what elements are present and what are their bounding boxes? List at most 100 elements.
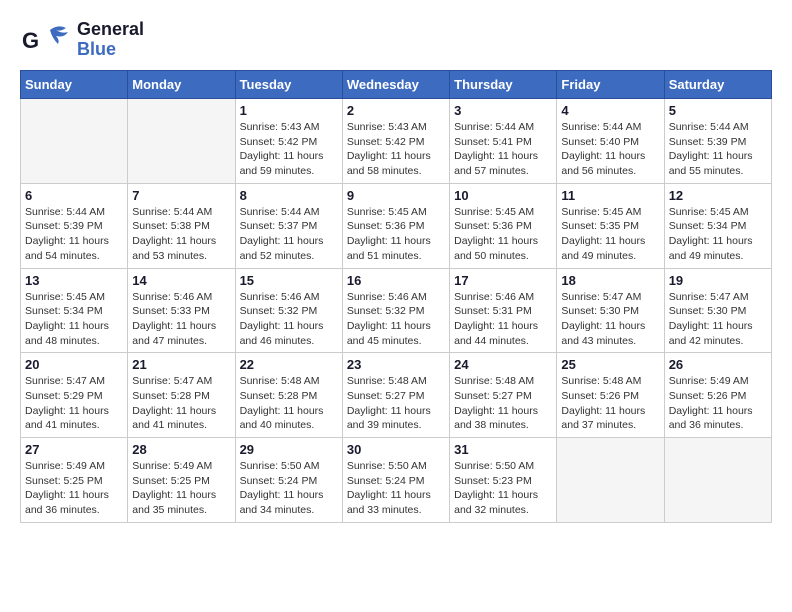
day-number: 30	[347, 442, 445, 457]
weekday-header: Monday	[128, 71, 235, 99]
sunset-text: Sunset: 5:30 PM	[669, 305, 747, 317]
calendar-week-row: 6 Sunrise: 5:44 AM Sunset: 5:39 PM Dayli…	[21, 183, 772, 268]
day-number: 3	[454, 103, 552, 118]
day-info: Sunrise: 5:47 AM Sunset: 5:30 PM Dayligh…	[669, 290, 767, 349]
sunset-text: Sunset: 5:31 PM	[454, 305, 532, 317]
calendar-cell: 24 Sunrise: 5:48 AM Sunset: 5:27 PM Dayl…	[450, 353, 557, 438]
day-number: 8	[240, 188, 338, 203]
day-info: Sunrise: 5:44 AM Sunset: 5:37 PM Dayligh…	[240, 205, 338, 264]
day-info: Sunrise: 5:50 AM Sunset: 5:24 PM Dayligh…	[347, 459, 445, 518]
day-number: 19	[669, 273, 767, 288]
sunrise-text: Sunrise: 5:46 AM	[347, 291, 427, 303]
sunset-text: Sunset: 5:26 PM	[561, 390, 639, 402]
daylight-text: Daylight: 11 hours and 35 minutes.	[132, 489, 216, 516]
day-info: Sunrise: 5:43 AM Sunset: 5:42 PM Dayligh…	[347, 120, 445, 179]
sunrise-text: Sunrise: 5:49 AM	[25, 460, 105, 472]
daylight-text: Daylight: 11 hours and 40 minutes.	[240, 405, 324, 432]
calendar-cell: 25 Sunrise: 5:48 AM Sunset: 5:26 PM Dayl…	[557, 353, 664, 438]
sunset-text: Sunset: 5:30 PM	[561, 305, 639, 317]
calendar-week-row: 20 Sunrise: 5:47 AM Sunset: 5:29 PM Dayl…	[21, 353, 772, 438]
sunrise-text: Sunrise: 5:44 AM	[561, 121, 641, 133]
day-number: 23	[347, 357, 445, 372]
daylight-text: Daylight: 11 hours and 59 minutes.	[240, 150, 324, 177]
sunrise-text: Sunrise: 5:48 AM	[454, 375, 534, 387]
sunset-text: Sunset: 5:28 PM	[132, 390, 210, 402]
daylight-text: Daylight: 11 hours and 54 minutes.	[25, 235, 109, 262]
sunrise-text: Sunrise: 5:45 AM	[347, 206, 427, 218]
calendar-cell: 14 Sunrise: 5:46 AM Sunset: 5:33 PM Dayl…	[128, 268, 235, 353]
day-info: Sunrise: 5:45 AM Sunset: 5:34 PM Dayligh…	[25, 290, 123, 349]
day-number: 22	[240, 357, 338, 372]
day-number: 25	[561, 357, 659, 372]
sunrise-text: Sunrise: 5:47 AM	[561, 291, 641, 303]
logo-icon: G	[20, 20, 75, 60]
calendar-cell	[557, 438, 664, 523]
day-number: 7	[132, 188, 230, 203]
day-number: 12	[669, 188, 767, 203]
day-info: Sunrise: 5:43 AM Sunset: 5:42 PM Dayligh…	[240, 120, 338, 179]
calendar-cell: 19 Sunrise: 5:47 AM Sunset: 5:30 PM Dayl…	[664, 268, 771, 353]
calendar-cell: 7 Sunrise: 5:44 AM Sunset: 5:38 PM Dayli…	[128, 183, 235, 268]
day-info: Sunrise: 5:49 AM Sunset: 5:26 PM Dayligh…	[669, 374, 767, 433]
daylight-text: Daylight: 11 hours and 42 minutes.	[669, 320, 753, 347]
sunset-text: Sunset: 5:34 PM	[669, 220, 747, 232]
sunrise-text: Sunrise: 5:45 AM	[454, 206, 534, 218]
day-info: Sunrise: 5:48 AM Sunset: 5:26 PM Dayligh…	[561, 374, 659, 433]
daylight-text: Daylight: 11 hours and 39 minutes.	[347, 405, 431, 432]
calendar-cell: 26 Sunrise: 5:49 AM Sunset: 5:26 PM Dayl…	[664, 353, 771, 438]
sunrise-text: Sunrise: 5:47 AM	[25, 375, 105, 387]
day-info: Sunrise: 5:44 AM Sunset: 5:39 PM Dayligh…	[669, 120, 767, 179]
sunset-text: Sunset: 5:24 PM	[347, 475, 425, 487]
sunset-text: Sunset: 5:25 PM	[132, 475, 210, 487]
daylight-text: Daylight: 11 hours and 36 minutes.	[25, 489, 109, 516]
day-number: 1	[240, 103, 338, 118]
day-info: Sunrise: 5:44 AM Sunset: 5:41 PM Dayligh…	[454, 120, 552, 179]
calendar-cell: 4 Sunrise: 5:44 AM Sunset: 5:40 PM Dayli…	[557, 99, 664, 184]
sunrise-text: Sunrise: 5:48 AM	[347, 375, 427, 387]
day-info: Sunrise: 5:44 AM Sunset: 5:38 PM Dayligh…	[132, 205, 230, 264]
sunrise-text: Sunrise: 5:44 AM	[25, 206, 105, 218]
logo-subname: Blue	[77, 40, 144, 60]
sunset-text: Sunset: 5:36 PM	[454, 220, 532, 232]
calendar-cell: 13 Sunrise: 5:45 AM Sunset: 5:34 PM Dayl…	[21, 268, 128, 353]
calendar-cell: 9 Sunrise: 5:45 AM Sunset: 5:36 PM Dayli…	[342, 183, 449, 268]
day-number: 6	[25, 188, 123, 203]
sunset-text: Sunset: 5:32 PM	[347, 305, 425, 317]
daylight-text: Daylight: 11 hours and 32 minutes.	[454, 489, 538, 516]
day-info: Sunrise: 5:46 AM Sunset: 5:32 PM Dayligh…	[240, 290, 338, 349]
calendar-cell: 6 Sunrise: 5:44 AM Sunset: 5:39 PM Dayli…	[21, 183, 128, 268]
daylight-text: Daylight: 11 hours and 41 minutes.	[25, 405, 109, 432]
sunrise-text: Sunrise: 5:49 AM	[132, 460, 212, 472]
calendar-cell: 12 Sunrise: 5:45 AM Sunset: 5:34 PM Dayl…	[664, 183, 771, 268]
sunrise-text: Sunrise: 5:44 AM	[132, 206, 212, 218]
day-number: 14	[132, 273, 230, 288]
day-number: 31	[454, 442, 552, 457]
calendar-cell: 2 Sunrise: 5:43 AM Sunset: 5:42 PM Dayli…	[342, 99, 449, 184]
daylight-text: Daylight: 11 hours and 34 minutes.	[240, 489, 324, 516]
calendar-week-row: 27 Sunrise: 5:49 AM Sunset: 5:25 PM Dayl…	[21, 438, 772, 523]
day-info: Sunrise: 5:46 AM Sunset: 5:31 PM Dayligh…	[454, 290, 552, 349]
day-number: 17	[454, 273, 552, 288]
daylight-text: Daylight: 11 hours and 43 minutes.	[561, 320, 645, 347]
day-info: Sunrise: 5:46 AM Sunset: 5:32 PM Dayligh…	[347, 290, 445, 349]
day-number: 26	[669, 357, 767, 372]
day-info: Sunrise: 5:49 AM Sunset: 5:25 PM Dayligh…	[25, 459, 123, 518]
daylight-text: Daylight: 11 hours and 48 minutes.	[25, 320, 109, 347]
day-number: 27	[25, 442, 123, 457]
sunrise-text: Sunrise: 5:50 AM	[240, 460, 320, 472]
sunset-text: Sunset: 5:25 PM	[25, 475, 103, 487]
sunset-text: Sunset: 5:27 PM	[347, 390, 425, 402]
day-info: Sunrise: 5:44 AM Sunset: 5:40 PM Dayligh…	[561, 120, 659, 179]
day-number: 28	[132, 442, 230, 457]
day-info: Sunrise: 5:45 AM Sunset: 5:34 PM Dayligh…	[669, 205, 767, 264]
sunset-text: Sunset: 5:26 PM	[669, 390, 747, 402]
logo-name: General	[77, 20, 144, 40]
daylight-text: Daylight: 11 hours and 55 minutes.	[669, 150, 753, 177]
calendar-cell	[21, 99, 128, 184]
sunrise-text: Sunrise: 5:44 AM	[240, 206, 320, 218]
calendar-cell: 10 Sunrise: 5:45 AM Sunset: 5:36 PM Dayl…	[450, 183, 557, 268]
sunrise-text: Sunrise: 5:45 AM	[561, 206, 641, 218]
day-number: 16	[347, 273, 445, 288]
sunrise-text: Sunrise: 5:47 AM	[132, 375, 212, 387]
calendar-cell: 27 Sunrise: 5:49 AM Sunset: 5:25 PM Dayl…	[21, 438, 128, 523]
